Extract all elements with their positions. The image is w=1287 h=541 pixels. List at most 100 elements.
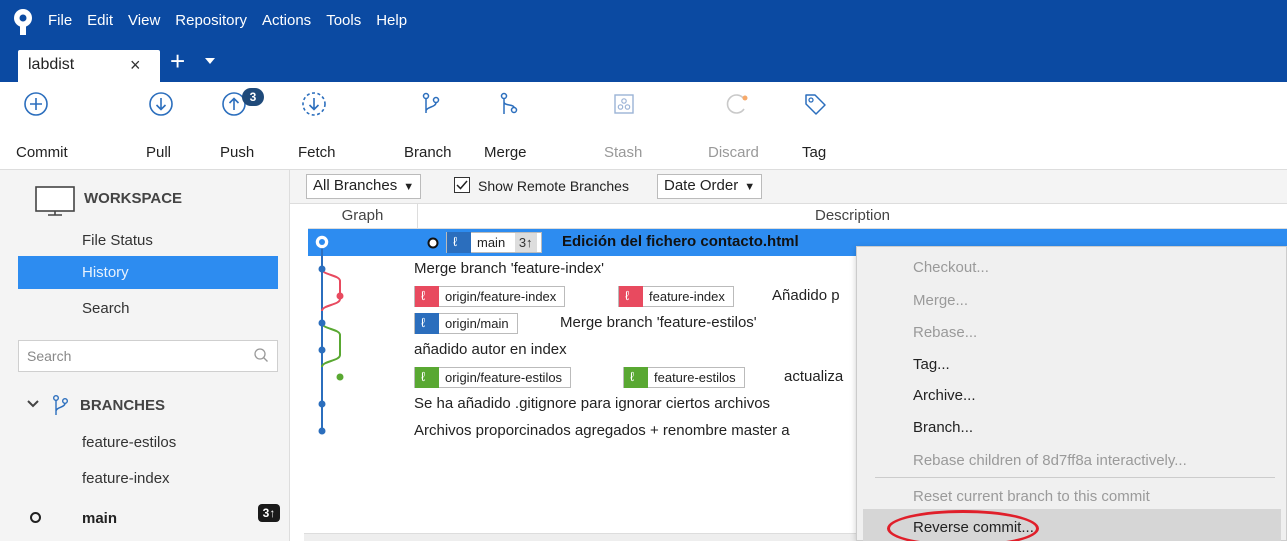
- push-label: Push: [220, 144, 255, 161]
- ref-label: origin/main: [445, 316, 509, 331]
- branch-ahead-badge: 3↑: [258, 504, 280, 522]
- sidebar-item-search[interactable]: Search: [18, 292, 278, 325]
- menu-help[interactable]: Help: [376, 12, 407, 29]
- commit-message: Archivos proporcinados agregados + renom…: [414, 422, 790, 439]
- sidebar-search-placeholder: Search: [27, 348, 72, 364]
- discard-button[interactable]: Discard: [708, 90, 766, 161]
- menu-item-rebase-children[interactable]: Rebase children of 8d7ff8a interactively…: [913, 452, 1187, 469]
- graph-column-header[interactable]: Graph: [308, 204, 418, 229]
- menu-item-checkout[interactable]: Checkout...: [913, 259, 989, 276]
- branch-item-feature-estilos[interactable]: feature-estilos: [82, 434, 176, 451]
- workspace-monitor-icon: [35, 186, 75, 216]
- horizontal-scrollbar[interactable]: [304, 533, 864, 541]
- branch-icon: [422, 92, 440, 113]
- menu-item-tag[interactable]: Tag...: [913, 356, 950, 373]
- tab-dropdown-icon[interactable]: [205, 58, 215, 64]
- current-branch-icon: [30, 512, 41, 523]
- branch-button[interactable]: Branch: [404, 90, 458, 161]
- branch-ref-main: ℓ main 3↑: [446, 232, 542, 253]
- tag-button[interactable]: Tag: [800, 90, 830, 161]
- menu-actions[interactable]: Actions: [262, 12, 311, 29]
- menu-separator: [875, 477, 1275, 478]
- sourcetree-logo-icon: [14, 9, 32, 35]
- commit-label: Commit: [16, 144, 68, 161]
- branches-title: BRANCHES: [80, 397, 166, 414]
- repo-tab[interactable]: labdist ×: [18, 50, 160, 82]
- commit-message: Añadido p: [772, 287, 840, 304]
- order-value: Date Order: [664, 177, 739, 194]
- branch-main-label: main: [82, 510, 118, 527]
- menu-item-merge[interactable]: Merge...: [913, 292, 968, 309]
- checkbox-checked-icon: [454, 177, 470, 193]
- fetch-label: Fetch: [298, 144, 336, 161]
- sidebar-search-input[interactable]: Search: [18, 340, 278, 372]
- branches-icon: [53, 395, 68, 415]
- search-icon: [254, 348, 268, 362]
- branch-icon: ℓ: [619, 286, 643, 307]
- menu-bar: File Edit View Repository Actions Tools …: [48, 12, 422, 29]
- branch-icon: ℓ: [415, 313, 439, 334]
- menu-item-rebase[interactable]: Rebase...: [913, 324, 977, 341]
- chevron-down-icon: ▼: [403, 181, 415, 193]
- menu-view[interactable]: View: [128, 12, 160, 29]
- branch-ref-origin-feature-index: ℓ origin/feature-index: [414, 286, 566, 307]
- branches-filter-value: All Branches: [313, 177, 398, 194]
- ref-label: feature-index: [649, 289, 725, 304]
- sidebar-item-file-status[interactable]: File Status: [18, 224, 278, 257]
- repo-tab-label: labdist: [28, 56, 75, 73]
- ref-label: origin/feature-index: [445, 289, 557, 304]
- commit-graph: [315, 235, 344, 435]
- commit-message: Se ha añadido .gitignore para ignorar ci…: [414, 395, 771, 412]
- branch-icon: ℓ: [447, 232, 471, 253]
- workspace-title: WORKSPACE: [84, 190, 183, 207]
- ref-label: origin/feature-estilos: [445, 370, 563, 385]
- menu-repository[interactable]: Repository: [175, 12, 247, 29]
- menu-item-branch[interactable]: Branch...: [913, 419, 973, 436]
- order-select[interactable]: Date Order ▼: [657, 174, 763, 199]
- history-column-header: Graph Description: [308, 204, 1287, 229]
- commit-button[interactable]: Commit: [16, 90, 68, 161]
- fetch-button[interactable]: Fetch: [298, 90, 338, 161]
- pull-icon: [149, 92, 173, 116]
- head-commit-icon: [427, 237, 439, 249]
- push-count-badge: 3: [242, 88, 264, 106]
- menu-file[interactable]: File: [48, 12, 72, 29]
- stash-button[interactable]: Stash: [604, 90, 644, 161]
- add-tab-icon[interactable]: +: [170, 46, 185, 77]
- branch-icon: ℓ: [415, 367, 439, 388]
- description-column-header[interactable]: Description: [418, 204, 1287, 228]
- menu-item-reset[interactable]: Reset current branch to this commit: [913, 488, 1150, 505]
- annotation-red-oval: [887, 510, 1039, 541]
- merge-button[interactable]: Merge: [484, 90, 534, 161]
- commit-context-menu: Checkout... Merge... Rebase... Tag... Ar…: [856, 246, 1287, 541]
- tag-label: Tag: [802, 144, 827, 161]
- title-bar: File Edit View Repository Actions Tools …: [0, 0, 1287, 82]
- branches-filter-select[interactable]: All Branches ▼: [306, 174, 422, 199]
- ref-label: feature-estilos: [654, 370, 736, 385]
- pull-button[interactable]: Pull: [146, 90, 176, 161]
- chevron-down-icon: [27, 400, 39, 408]
- branch-icon: ℓ: [415, 286, 439, 307]
- ref-label: main: [477, 235, 506, 250]
- sidebar-item-history[interactable]: History: [18, 256, 278, 289]
- menu-item-archive[interactable]: Archive...: [913, 387, 976, 404]
- commit-message: Edición del fichero contacto.html: [562, 233, 799, 250]
- branch-ref-feature-index: ℓ feature-index: [618, 286, 734, 307]
- commit-message: actualiza: [784, 368, 844, 385]
- branch-ref-feature-estilos: ℓ feature-estilos: [623, 367, 745, 388]
- menu-tools[interactable]: Tools: [326, 12, 361, 29]
- branch-item-feature-index[interactable]: feature-index: [82, 470, 170, 487]
- branch-label: Branch: [404, 144, 452, 161]
- tag-icon: [805, 94, 826, 115]
- ahead-count: 3↑: [514, 233, 537, 252]
- menu-edit[interactable]: Edit: [87, 12, 113, 29]
- fetch-icon: [302, 92, 326, 116]
- commit-icon: [24, 92, 48, 116]
- close-tab-icon[interactable]: ×: [130, 55, 141, 76]
- show-remote-branches-label: Show Remote Branches: [478, 178, 629, 194]
- pull-label: Pull: [146, 144, 172, 161]
- discard-label: Discard: [708, 144, 759, 161]
- branch-ref-origin-feature-estilos: ℓ origin/feature-estilos: [414, 367, 572, 388]
- discard-icon: [726, 94, 748, 114]
- stash-label: Stash: [604, 144, 643, 161]
